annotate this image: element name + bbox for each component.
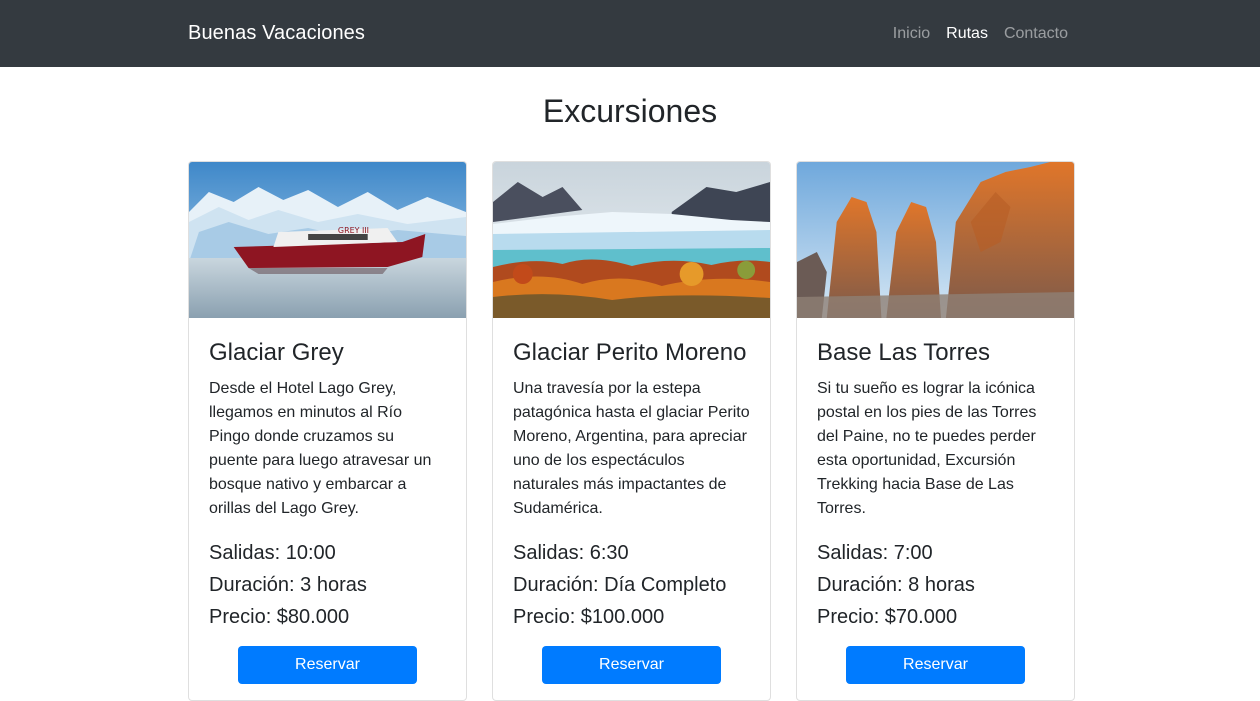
card-duracion: Duración: 3 horas xyxy=(209,574,367,596)
nav-link-inicio[interactable]: Inicio xyxy=(885,25,938,43)
card-title: Glaciar Grey xyxy=(209,339,344,366)
card-salidas: Salidas: 6:30 xyxy=(513,542,629,564)
card-duracion: Duración: Día Completo xyxy=(513,574,727,596)
button-wrapper: Reservar xyxy=(817,646,1054,684)
card-body: Glaciar Perito Moreno Una travesía por l… xyxy=(493,318,770,684)
card-title: Glaciar Perito Moreno xyxy=(513,339,747,366)
navbar: Buenas Vacaciones Inicio Rutas Contacto xyxy=(0,0,1260,67)
nav-links: Inicio Rutas Contacto xyxy=(885,25,1068,43)
reservar-button-perito-moreno[interactable]: Reservar xyxy=(542,646,721,684)
excursion-cards: GREY III Glaciar Grey Desde el Hotel Lag… xyxy=(188,161,1075,701)
svg-text:GREY III: GREY III xyxy=(338,226,369,235)
reservar-button-base-las-torres[interactable]: Reservar xyxy=(846,646,1025,684)
card-description: Si tu sueño es lograr la icónica postal … xyxy=(817,380,1037,517)
page-title: Excursiones xyxy=(542,93,718,129)
card-glaciar-perito-moreno: Glaciar Perito Moreno Una travesía por l… xyxy=(492,161,771,701)
navbar-container: Buenas Vacaciones Inicio Rutas Contacto xyxy=(188,22,1084,45)
reservar-button-glaciar-grey[interactable]: Reservar xyxy=(238,646,417,684)
card-description: Una travesía por la estepa patagónica ha… xyxy=(513,380,750,517)
card-title: Base Las Torres xyxy=(817,339,990,366)
card-body: Glaciar Grey Desde el Hotel Lago Grey, l… xyxy=(189,318,466,684)
card-description: Desde el Hotel Lago Grey, llegamos en mi… xyxy=(209,380,432,517)
card-salidas: Salidas: 10:00 xyxy=(209,542,336,564)
nav-link-rutas[interactable]: Rutas xyxy=(938,25,996,43)
card-duracion: Duración: 8 horas xyxy=(817,574,975,596)
card-glaciar-grey: GREY III Glaciar Grey Desde el Hotel Lag… xyxy=(188,161,467,701)
perito-moreno-image xyxy=(493,162,770,318)
card-body: Base Las Torres Si tu sueño es lograr la… xyxy=(797,318,1074,684)
card-precio: Precio: $80.000 xyxy=(209,606,350,628)
card-base-las-torres: Base Las Torres Si tu sueño es lograr la… xyxy=(796,161,1075,701)
button-wrapper: Reservar xyxy=(209,646,446,684)
card-precio: Precio: $70.000 xyxy=(817,606,958,628)
nav-link-contacto[interactable]: Contacto xyxy=(996,25,1068,43)
card-precio: Precio: $100.000 xyxy=(513,606,665,628)
glaciar-grey-image: GREY III xyxy=(189,162,466,318)
button-wrapper: Reservar xyxy=(513,646,750,684)
card-salidas: Salidas: 7:00 xyxy=(817,542,933,564)
brand-link[interactable]: Buenas Vacaciones xyxy=(188,22,365,45)
base-las-torres-image xyxy=(797,162,1074,318)
